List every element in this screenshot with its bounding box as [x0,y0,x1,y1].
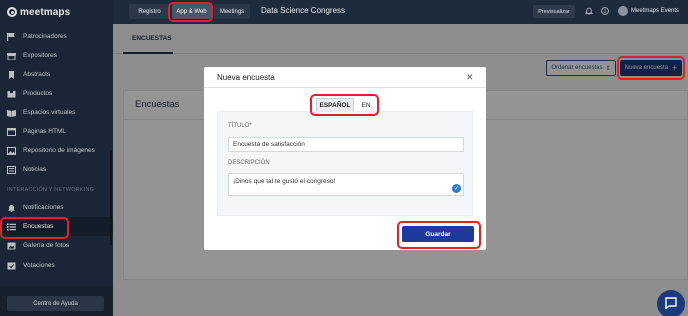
avatar[interactable] [618,6,628,16]
tab-app-web[interactable]: App & Web [172,4,211,19]
top-bar: Registro App & Web Meetings Data Science… [113,0,688,24]
tab-meetings[interactable]: Meetings [214,4,250,19]
chat-icon [664,296,678,312]
close-icon[interactable]: ✕ [466,72,474,83]
save-button[interactable]: Guardar [402,226,474,242]
tab-registro[interactable]: Registro [129,4,170,19]
modal-title: Nueva encuesta [217,73,275,82]
bell-icon[interactable] [584,7,594,15]
info-icon[interactable] [601,7,609,15]
description-textarea[interactable]: ¡Dinos que tal te gustó el congreso! ✓ [228,173,464,196]
check-icon: ✓ [452,184,461,193]
survey-form: TÍTULO* Encuesta de satisfacción DESCRIP… [217,111,473,216]
description-text: ¡Dinos que tal te gustó el congreso! [233,178,336,185]
event-title: Data Science Congress [261,6,346,15]
description-label: DESCRIPCIÓN [228,160,270,166]
title-label: TÍTULO* [228,123,252,129]
divider [204,87,486,88]
chat-button[interactable] [657,290,685,316]
org-name[interactable]: Meetmaps Events [631,8,679,14]
preview-button[interactable]: Previsualizar [533,5,575,18]
modal-backdrop-sidebar [0,0,113,316]
title-input[interactable]: Encuesta de satisfacción [228,137,464,152]
new-survey-modal: Nueva encuesta ✕ ESPAÑOL EN TÍTULO* Encu… [204,67,486,250]
